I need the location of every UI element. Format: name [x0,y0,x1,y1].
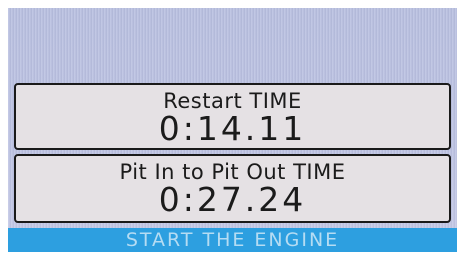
start-engine-button[interactable]: START THE ENGINE [8,228,457,252]
restart-time-panel: Restart TIME 0:14.11 [14,83,451,150]
restart-time-value: 0:14.11 [158,109,307,148]
timer-screen: Restart TIME 0:14.11 Pit In to Pit Out T… [8,8,457,252]
pit-time-value: 0:27.24 [158,180,307,219]
pit-time-panel: Pit In to Pit Out TIME 0:27.24 [14,154,451,223]
